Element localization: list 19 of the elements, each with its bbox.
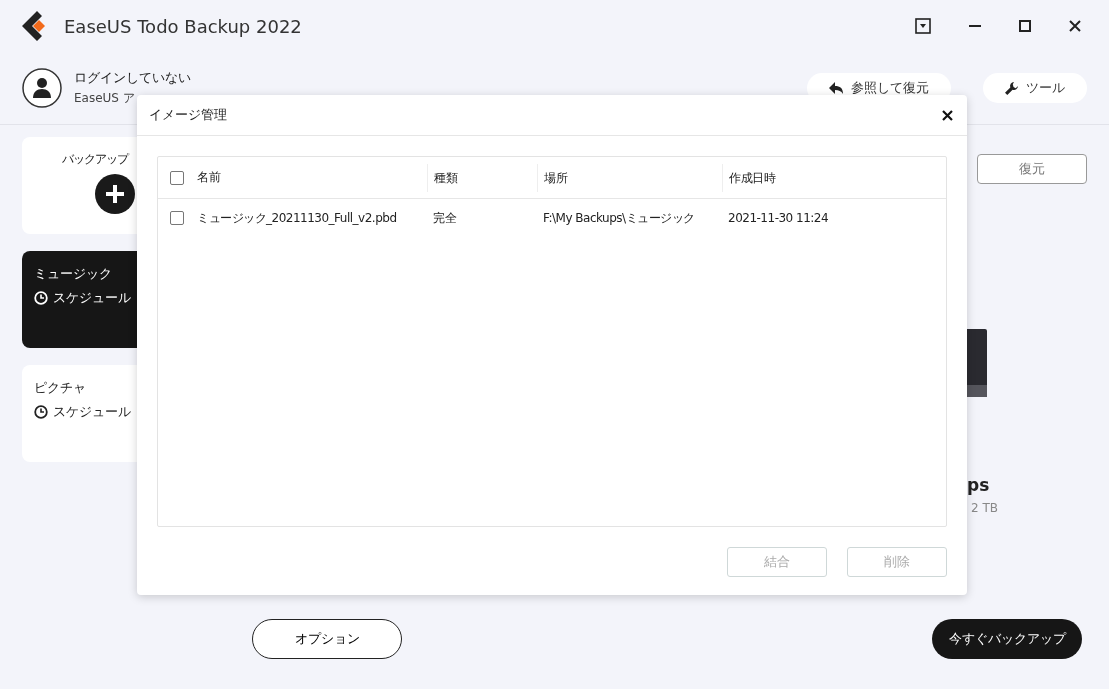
login-status: ログインしていない [74,69,192,87]
table-cell-text: F:\My Backups\ミュージック [542,209,696,227]
destination-name: ps [967,475,990,495]
schedule-text: スケジュール [53,403,131,421]
task-name: ピクチャ [34,379,87,397]
table-cell-text: 2021-11-30 11:24 [727,211,830,225]
column-header: 種類 [427,163,537,192]
card-title: バックアップ [62,151,128,168]
task-name: ミュージック [34,265,113,283]
dialog-title: イメージ管理 [149,106,228,124]
table-cell-text: 完全 [432,209,457,227]
column-header: 作成日時 [722,163,946,192]
column-header: 場所 [537,163,722,192]
column-header: 名前 [196,169,222,186]
window-title: EaseUS Todo Backup 2022 [64,15,303,37]
destination-size: 2 TB [971,501,998,515]
table-cell-text: ミュージック_20211130_Full_v2.pbd [196,209,398,227]
schedule-text: スケジュール [53,289,131,307]
account-hint: EaseUS ア [74,90,136,107]
